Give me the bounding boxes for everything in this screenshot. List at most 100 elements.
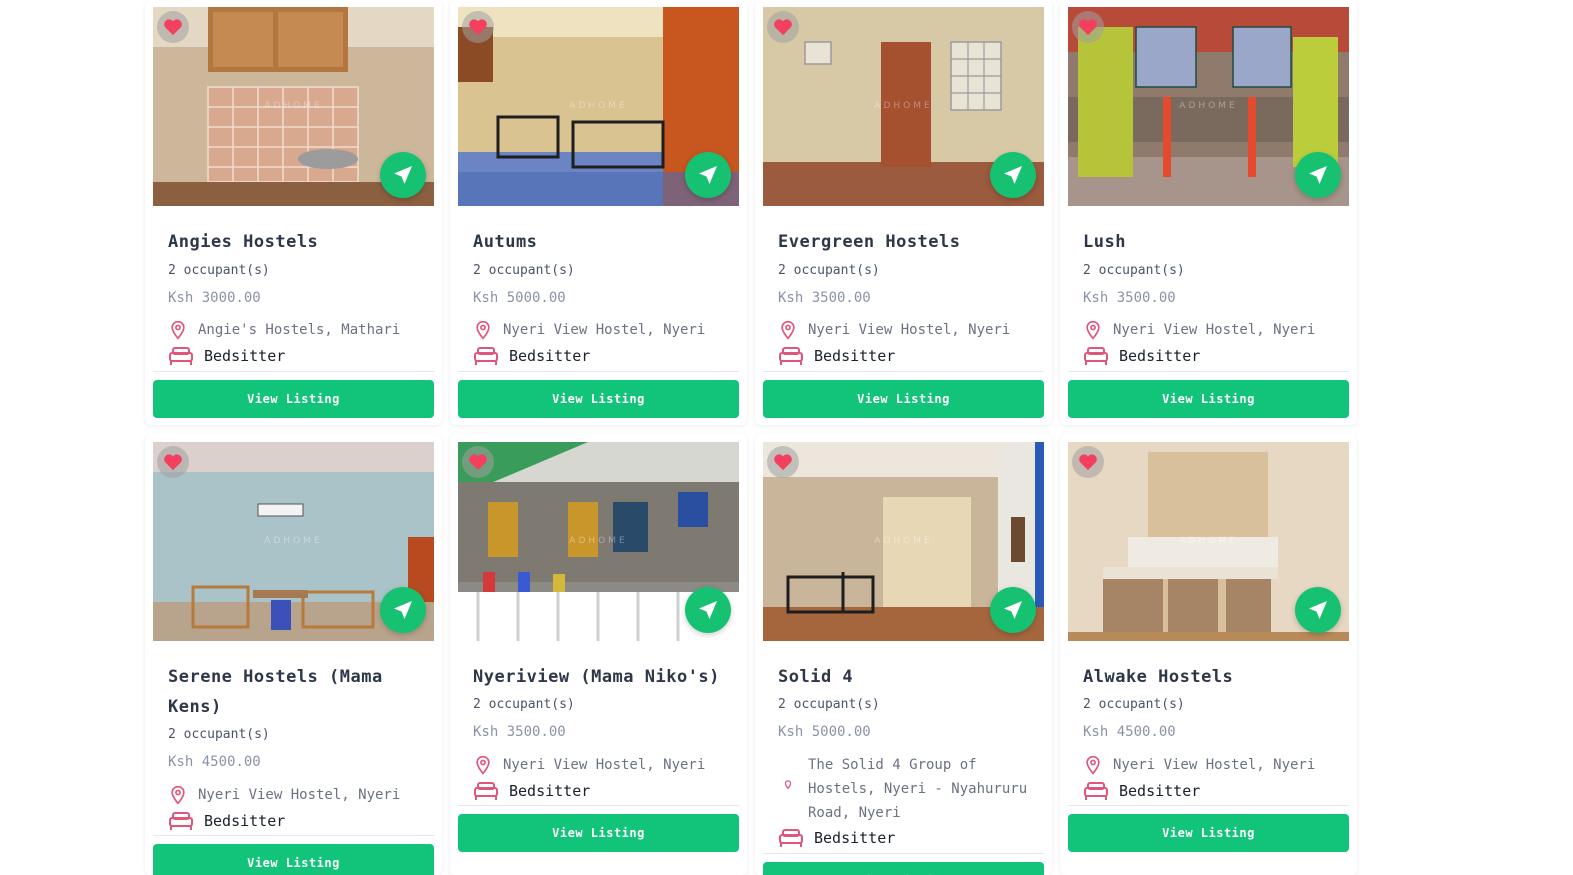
price-text: Ksh 3000.00: [168, 290, 261, 306]
view-listing-button[interactable]: View Listing: [458, 380, 739, 418]
price-text: Ksh 3500.00: [778, 290, 871, 306]
listing-card: ADHOME Autums 2 occupant(s) Ksh 5000.00 …: [450, 0, 747, 425]
favorite-heart-button[interactable]: [1072, 446, 1104, 478]
heart-icon: [469, 19, 487, 36]
watermark: ADHOME: [1179, 536, 1238, 546]
navigation-arrow-icon: [1004, 601, 1022, 619]
listing-card: ADHOME Serene Hostels (Mama Kens) 2 occu…: [145, 434, 442, 875]
view-listing-button[interactable]: View Listing: [153, 844, 434, 875]
location-text: The Solid 4 Group of Hostels, Nyeri - Ny…: [808, 757, 1028, 821]
listing-title: Autums: [473, 232, 538, 252]
favorite-heart-button[interactable]: [462, 446, 494, 478]
directions-button[interactable]: [685, 587, 731, 633]
location-row: Nyeri View Hostel, Nyeri: [473, 753, 737, 777]
room-type-text: Bedsitter: [204, 347, 286, 365]
divider: [458, 805, 739, 806]
room-type-row: Bedsitter: [168, 346, 285, 366]
heart-icon: [469, 454, 487, 471]
view-listing-button[interactable]: View Listing: [1068, 814, 1349, 852]
bed-icon: [779, 829, 803, 847]
directions-button[interactable]: [1295, 587, 1341, 633]
directions-button[interactable]: [380, 152, 426, 198]
divider: [763, 853, 1044, 854]
navigation-arrow-icon: [699, 166, 717, 184]
directions-button[interactable]: [990, 152, 1036, 198]
room-type-row: Bedsitter: [778, 346, 895, 366]
divider: [763, 371, 1044, 372]
location-row: The Solid 4 Group of Hostels, Nyeri - Ny…: [778, 753, 1042, 825]
location-pin-icon: [1086, 755, 1100, 775]
occupants-text: 2 occupant(s): [1083, 263, 1185, 278]
heart-icon: [164, 19, 182, 36]
view-listing-button[interactable]: View Listing: [458, 814, 739, 852]
listing-photo[interactable]: ADHOME: [458, 442, 739, 641]
bed-icon: [169, 812, 193, 830]
occupants-text: 2 occupant(s): [1083, 697, 1185, 712]
price-text: Ksh 3500.00: [473, 724, 566, 740]
heart-icon: [1079, 454, 1097, 471]
location-text: Nyeri View Hostel, Nyeri: [198, 787, 401, 803]
location-pin-icon: [171, 320, 185, 340]
watermark: ADHOME: [264, 536, 323, 546]
room-type-row: Bedsitter: [168, 811, 285, 831]
price-text: Ksh 4500.00: [168, 754, 261, 770]
location-row: Angie's Hostels, Mathari: [168, 318, 432, 342]
navigation-arrow-icon: [1309, 601, 1327, 619]
listing-title: Evergreen Hostels: [778, 232, 961, 252]
favorite-heart-button[interactable]: [1072, 11, 1104, 43]
bed-icon: [474, 782, 498, 800]
view-listing-button[interactable]: View Listing: [763, 862, 1044, 875]
listing-photo[interactable]: ADHOME: [763, 7, 1044, 206]
listing-title: Lush: [1083, 232, 1126, 252]
divider: [153, 371, 434, 372]
occupants-text: 2 occupant(s): [168, 263, 270, 278]
favorite-heart-button[interactable]: [157, 446, 189, 478]
directions-button[interactable]: [1295, 152, 1341, 198]
navigation-arrow-icon: [394, 601, 412, 619]
location-text: Nyeri View Hostel, Nyeri: [808, 322, 1011, 338]
room-type-text: Bedsitter: [509, 782, 591, 800]
bed-icon: [474, 347, 498, 365]
location-pin-icon: [171, 785, 185, 805]
listing-photo[interactable]: ADHOME: [153, 442, 434, 641]
bed-icon: [1084, 347, 1108, 365]
location-pin-icon: [1086, 320, 1100, 340]
listing-title: Alwake Hostels: [1083, 667, 1234, 687]
price-text: Ksh 5000.00: [778, 724, 871, 740]
watermark: ADHOME: [1179, 101, 1238, 111]
listing-photo[interactable]: ADHOME: [763, 442, 1044, 641]
location-text: Nyeri View Hostel, Nyeri: [503, 322, 706, 338]
bed-icon: [1084, 782, 1108, 800]
heart-icon: [774, 19, 792, 36]
room-type-row: Bedsitter: [473, 781, 590, 801]
listing-title: Serene Hostels (Mama Kens): [168, 667, 383, 717]
navigation-arrow-icon: [394, 166, 412, 184]
view-listing-button[interactable]: View Listing: [153, 380, 434, 418]
location-row: Nyeri View Hostel, Nyeri: [168, 783, 432, 807]
directions-button[interactable]: [380, 587, 426, 633]
location-pin-icon: [781, 320, 795, 340]
view-listing-button[interactable]: View Listing: [1068, 380, 1349, 418]
favorite-heart-button[interactable]: [157, 11, 189, 43]
divider: [153, 835, 434, 836]
listing-photo[interactable]: ADHOME: [458, 7, 739, 206]
favorite-heart-button[interactable]: [767, 11, 799, 43]
location-text: Nyeri View Hostel, Nyeri: [1113, 322, 1316, 338]
price-text: Ksh 3500.00: [1083, 290, 1176, 306]
price-text: Ksh 4500.00: [1083, 724, 1176, 740]
price-text: Ksh 5000.00: [473, 290, 566, 306]
listing-photo[interactable]: ADHOME: [153, 7, 434, 206]
location-pin-icon: [476, 320, 490, 340]
favorite-heart-button[interactable]: [462, 11, 494, 43]
view-listing-button[interactable]: View Listing: [763, 380, 1044, 418]
location-pin-icon: [476, 755, 490, 775]
favorite-heart-button[interactable]: [767, 446, 799, 478]
listing-photo[interactable]: ADHOME: [1068, 442, 1349, 641]
listing-photo[interactable]: ADHOME: [1068, 7, 1349, 206]
location-row: Nyeri View Hostel, Nyeri: [473, 318, 737, 342]
room-type-text: Bedsitter: [814, 829, 896, 847]
directions-button[interactable]: [990, 587, 1036, 633]
room-type-text: Bedsitter: [204, 812, 286, 830]
directions-button[interactable]: [685, 152, 731, 198]
divider: [458, 371, 739, 372]
